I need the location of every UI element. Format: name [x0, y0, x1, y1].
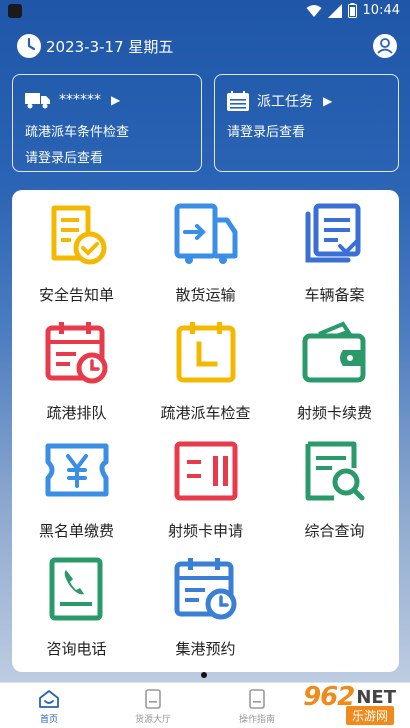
calendar-list-icon	[227, 91, 249, 111]
card-apply-icon	[174, 441, 237, 501]
grid-item-label: 射频卡申请	[167, 522, 243, 540]
dispatch-condition-card[interactable]: ****** ▶ 疏港派车条件检查 请登录后查看	[12, 74, 202, 172]
wifi-icon	[306, 4, 322, 17]
play-arrow-icon: ▶	[111, 93, 121, 107]
status-bar: 10:44	[0, 0, 410, 24]
grid-item-queue[interactable]: 疏港排队	[12, 308, 141, 426]
grid-item-label: 综合查询	[304, 522, 365, 540]
card-title: 派工任务	[257, 94, 313, 110]
tab-cargo-hall[interactable]: 货源大厅	[118, 689, 188, 725]
card-login-hint: 请登录后查看	[227, 125, 306, 140]
grid-item-label: 散货运输	[175, 286, 236, 304]
function-grid: 安全告知单 散货运输 车辆备案 疏港排队 疏港派车检查 射频卡续费 黑名单缴费 …	[12, 190, 399, 672]
yuan-ticket-icon	[45, 443, 108, 497]
truck-icon	[25, 93, 50, 109]
play-arrow-icon: ▶	[323, 94, 333, 108]
search-doc-icon	[305, 441, 364, 501]
status-time: 10:44	[362, 3, 400, 18]
appointment-calendar-icon	[174, 558, 236, 620]
queue-calendar-icon	[45, 322, 107, 384]
grid-item-label: 车辆备案	[304, 286, 365, 304]
dispatch-check-icon	[176, 322, 235, 383]
tab-label: 货源大厅	[134, 715, 171, 725]
dispatch-task-card[interactable]: 派工任务 ▶ 请登录后查看	[214, 74, 399, 172]
grid-item-label: 射频卡续费	[296, 404, 372, 422]
watermark-sub: 乐游网	[345, 706, 394, 725]
grid-item-bulk-transport[interactable]: 散货运输	[141, 190, 270, 308]
watermark-net: NET	[356, 686, 396, 708]
grid-item-label: 咨询电话	[46, 640, 107, 658]
header: 2023-3-17 星期五	[0, 30, 410, 64]
home-icon	[39, 690, 59, 708]
card-line: 疏港派车条件检查	[25, 125, 130, 140]
tab-label: 操作指南	[238, 715, 275, 725]
grid-item-blacklist-pay[interactable]: 黑名单缴费	[12, 426, 141, 544]
grid-item-dispatch-check[interactable]: 疏港派车检查	[141, 308, 270, 426]
grid-item-label: 疏港派车检查	[160, 404, 251, 422]
app-notification-icon	[8, 4, 22, 18]
grid-item-hotline[interactable]: 咨询电话	[12, 544, 141, 662]
wallet-icon	[302, 321, 365, 383]
grid-item-label: 疏港排队	[46, 404, 107, 422]
safety-notice-icon	[51, 205, 106, 265]
grid-item-card-renew[interactable]: 射频卡续费	[270, 308, 399, 426]
site-watermark: 962 NET 乐游网	[274, 676, 404, 726]
card-masked-title: ******	[59, 92, 101, 108]
bulk-transport-icon	[174, 203, 237, 264]
document-icon	[249, 689, 265, 709]
grid-item-vehicle-record[interactable]: 车辆备案	[270, 190, 399, 308]
document-icon	[145, 689, 161, 709]
battery-icon	[347, 3, 357, 18]
card-login-hint: 请登录后查看	[25, 151, 104, 166]
user-profile-icon[interactable]	[372, 33, 398, 59]
phone-doc-icon	[49, 557, 102, 621]
tab-home[interactable]: 首页	[14, 689, 84, 725]
page-indicator-dot	[201, 672, 207, 678]
grid-item-card-apply[interactable]: 射频卡申请	[141, 426, 270, 544]
grid-item-search[interactable]: 综合查询	[270, 426, 399, 544]
vehicle-record-icon	[305, 203, 360, 263]
tab-label: 首页	[39, 715, 58, 725]
grid-item-safety-notice[interactable]: 安全告知单	[12, 190, 141, 308]
grid-item-label: 集港预约	[175, 640, 236, 658]
grid-item-appointment[interactable]: 集港预约	[141, 544, 270, 662]
grid-item-label: 安全告知单	[38, 286, 114, 304]
date-label: 2023-3-17 星期五	[46, 38, 174, 56]
status-icons: 10:44	[306, 3, 400, 18]
clock-icon	[17, 34, 41, 58]
grid-item-label: 黑名单缴费	[38, 522, 114, 540]
signal-icon	[327, 3, 342, 18]
